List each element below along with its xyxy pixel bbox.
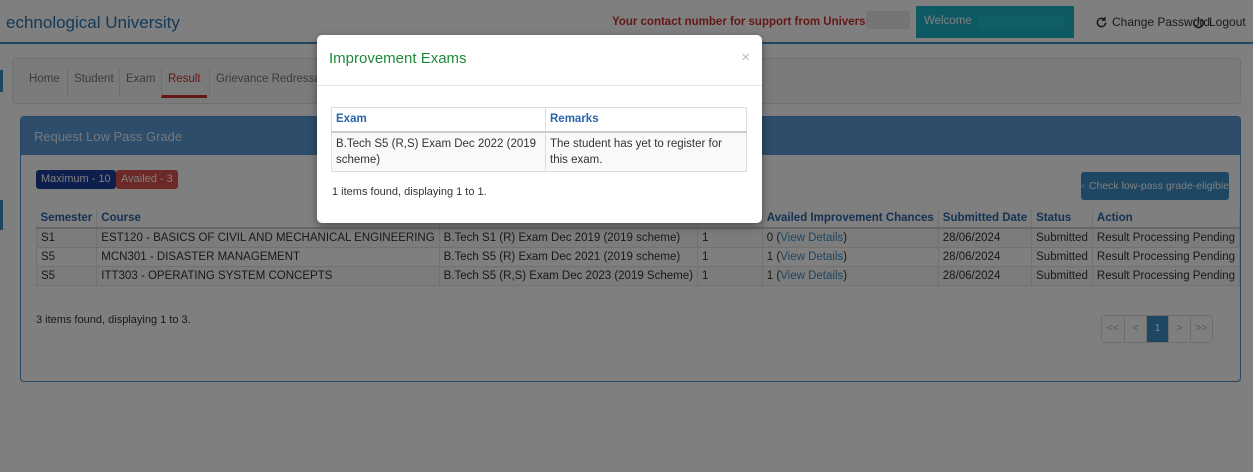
table-header-row: Exam Remarks bbox=[331, 107, 747, 133]
improvement-exams-modal: Improvement Exams × Exam Remarks B.Tech … bbox=[317, 35, 762, 223]
modal-title: Improvement Exams bbox=[329, 50, 467, 67]
improvement-exams-table: Exam Remarks B.Tech S5 (R,S) Exam Dec 20… bbox=[331, 107, 747, 172]
col-exam: Exam bbox=[331, 107, 546, 133]
col-remarks: Remarks bbox=[545, 107, 747, 133]
cell-remarks: The student has yet to register for this… bbox=[545, 131, 747, 172]
modal-header: Improvement Exams × bbox=[317, 35, 762, 86]
table-row: B.Tech S5 (R,S) Exam Dec 2022 (2019 sche… bbox=[331, 131, 747, 172]
close-icon[interactable]: × bbox=[741, 49, 750, 66]
modal-items-found-text: 1 items found, displaying 1 to 1. bbox=[332, 186, 487, 198]
cell-exam: B.Tech S5 (R,S) Exam Dec 2022 (2019 sche… bbox=[331, 131, 546, 172]
